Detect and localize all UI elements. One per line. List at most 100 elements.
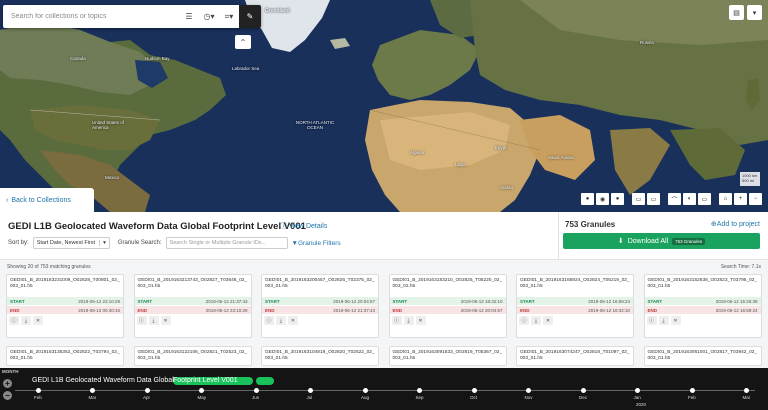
draw-circle-button[interactable]: ◐ <box>683 193 696 205</box>
granule-info-button[interactable]: ⓘ <box>136 316 147 325</box>
end-time: 2019-06-12 16:59:24 <box>715 307 758 313</box>
draw-polygon-button[interactable]: ⌒ <box>668 193 681 205</box>
download-all-button[interactable]: ⬇ Download All 753 Granules <box>563 233 760 249</box>
map-label-algeria: Algeria <box>410 150 425 155</box>
timeline-tick <box>471 388 477 393</box>
granule-remove-button[interactable]: ✕ <box>288 316 298 325</box>
map-view[interactable]: Greenland Canada Hudson Bay Labrador Sea… <box>0 0 768 212</box>
granule-card[interactable]: GEDI01_B_2019163061001_O02817_T03942_02_… <box>643 346 762 366</box>
timeline-tick <box>199 388 204 393</box>
search-input[interactable] <box>3 5 179 28</box>
granule-download-button[interactable]: ⤓ <box>531 316 541 325</box>
granule-remove-button[interactable]: ✕ <box>415 316 426 325</box>
info-icon: ⓘ <box>393 318 399 324</box>
end-label: END <box>647 307 658 313</box>
globe-icon: ● <box>615 196 620 202</box>
zoom-home-button[interactable]: ⌂ <box>719 193 732 205</box>
projection-antarctic-button[interactable]: ● <box>611 193 624 205</box>
granule-filters-link[interactable]: ▼Granule Filters <box>292 240 341 247</box>
info-icon: ⓘ <box>521 318 527 324</box>
zoom-in-button[interactable]: + <box>734 193 747 205</box>
granule-card[interactable]: GEDI01_B_2019163091533_O02819_T05367_02_… <box>388 346 507 366</box>
close-icon: ✕ <box>163 317 168 324</box>
timeline-month-label: May <box>197 395 207 400</box>
granule-name: GEDI01_B_2019163122106_O02821_T02523_02_… <box>137 350 248 361</box>
save-project-button[interactable]: ▤ <box>729 5 744 20</box>
granule-end-row: END 2019-06-12 18:32:10 <box>517 306 633 314</box>
granule-end-row: END 2019-06-12 20:04:57 <box>389 306 506 314</box>
granule-download-button[interactable]: ⤓ <box>276 316 286 325</box>
timeline-month-label: Aug <box>361 395 370 400</box>
timeline-month-label: Dec <box>579 395 588 400</box>
granule-download-button[interactable]: ⤓ <box>403 316 414 325</box>
timeline-zoom-out-button[interactable]: − <box>3 391 12 400</box>
granule-card[interactable]: GEDI01_B_2019163183210_O02825_T05220_02_… <box>388 274 507 338</box>
granule-start-row: START 2019-06-12 15:26:38 <box>644 297 761 305</box>
timeline-zoom-in-button[interactable]: + <box>3 379 12 388</box>
granule-card[interactable]: GEDI01_B_2019163165924_O02824_T05219_02_… <box>516 274 634 338</box>
close-icon: ✕ <box>673 317 678 324</box>
granule-remove-button[interactable]: ✕ <box>160 316 171 325</box>
basemap-button[interactable]: ▭ <box>647 193 660 205</box>
granule-card[interactable]: GEDI01_B_2019163200457_O02826_T02375_02_… <box>261 274 379 338</box>
granule-card[interactable]: GEDI01_B_2019163231009_O02828_T00801_02_… <box>6 274 124 338</box>
granule-info-button[interactable]: ⓘ <box>264 316 274 325</box>
granule-remove-button[interactable]: ✕ <box>33 316 43 325</box>
rectangle-icon: ▭ <box>701 196 708 203</box>
filter-sliders-icon[interactable]: ☰ <box>179 5 199 28</box>
close-icon: ✕ <box>418 317 423 324</box>
granule-card[interactable]: GEDI01_B_2019163135352_O02822_T03794_02_… <box>6 346 124 366</box>
timeline-month-label: Nov <box>524 395 533 400</box>
timeline-month-label: Jun <box>252 395 260 400</box>
granule-card[interactable]: GEDI01_B_2019163104819_O02820_T02522_02_… <box>261 346 379 366</box>
granule-download-button[interactable]: ⤓ <box>148 316 159 325</box>
chevron-up-icon: ⌃ <box>239 37 247 47</box>
granule-end-row: END 2019-06-12 23:10:29 <box>134 306 251 314</box>
granule-info-button[interactable]: ⓘ <box>391 316 402 325</box>
granule-name: GEDI01_B_2019163091533_O02819_T05367_02_… <box>392 350 503 361</box>
close-icon: ✕ <box>290 317 296 324</box>
granule-info-button[interactable]: ⓘ <box>519 316 529 325</box>
granule-info-button[interactable]: ⓘ <box>646 316 657 325</box>
timeline-month-label: Sep <box>415 395 424 400</box>
back-to-collections-link[interactable]: ‹ Back to Collections <box>0 188 94 212</box>
granule-remove-button[interactable]: ✕ <box>543 316 553 325</box>
zoom-out-button[interactable]: − <box>749 193 762 205</box>
timeline[interactable]: MONTH + − GEDI L1B Geolocated Waveform D… <box>0 368 768 410</box>
collapse-panel-button[interactable]: ⌃ <box>235 35 251 49</box>
granule-card[interactable]: GEDI01_B_2019163213743_O02827_T03646_02_… <box>133 274 252 338</box>
granule-download-button[interactable]: ⤓ <box>658 316 669 325</box>
clear-eraser-icon[interactable]: ✎ <box>239 5 261 28</box>
granule-info-button[interactable]: ⓘ <box>9 316 19 325</box>
granule-end-row: END 2019-06-13 00:40:15 <box>7 306 123 314</box>
layers-button[interactable]: ▭ <box>632 193 645 205</box>
user-menu-button[interactable]: ▾ <box>747 5 762 20</box>
map-label-hudson-bay: Hudson Bay <box>145 56 170 61</box>
globe-icon: ◉ <box>599 196 606 203</box>
granule-filters-label: Granule Filters <box>297 239 341 247</box>
end-time: 2019-06-13 00:40:15 <box>78 307 120 313</box>
timeline-tick <box>635 388 640 393</box>
timeline-year: 2020 <box>636 402 647 407</box>
add-to-project-link[interactable]: ⊕Add to project <box>711 220 760 228</box>
granule-card[interactable]: GEDI01_B_2019163074247_O02818_T01097_02_… <box>516 346 634 366</box>
granule-card[interactable]: GEDI01_B_2019163122106_O02821_T02523_02_… <box>133 346 252 366</box>
end-label: END <box>10 307 20 313</box>
map-label-sudan: Sudan <box>500 185 514 190</box>
granule-search-input[interactable] <box>165 237 288 249</box>
draw-rect-button[interactable]: ▭ <box>698 193 711 205</box>
granule-card[interactable]: GEDI01_B_2019163152638_O02823_T03795_02_… <box>643 274 762 338</box>
sort-select[interactable]: Start Date, Newest First ▾ <box>32 237 110 249</box>
granule-download-button[interactable]: ⤓ <box>21 316 31 325</box>
map-label-libya: Libya <box>455 162 466 167</box>
projection-geographic-button[interactable]: ◉ <box>596 193 609 205</box>
spatial-crop-icon[interactable]: ⌗▾ <box>219 5 239 28</box>
temporal-clock-icon[interactable]: ◷▾ <box>199 5 219 28</box>
start-label: START <box>10 298 25 304</box>
projection-arctic-button[interactable]: ● <box>581 193 594 205</box>
sort-by-label: Sort by: <box>8 240 29 246</box>
view-details-link[interactable]: ⓘ View Details <box>280 221 327 231</box>
download-icon: ⤓ <box>534 317 538 324</box>
granule-remove-button[interactable]: ✕ <box>670 316 681 325</box>
granule-actions: ⓘ ⤓ ✕ <box>391 316 426 325</box>
